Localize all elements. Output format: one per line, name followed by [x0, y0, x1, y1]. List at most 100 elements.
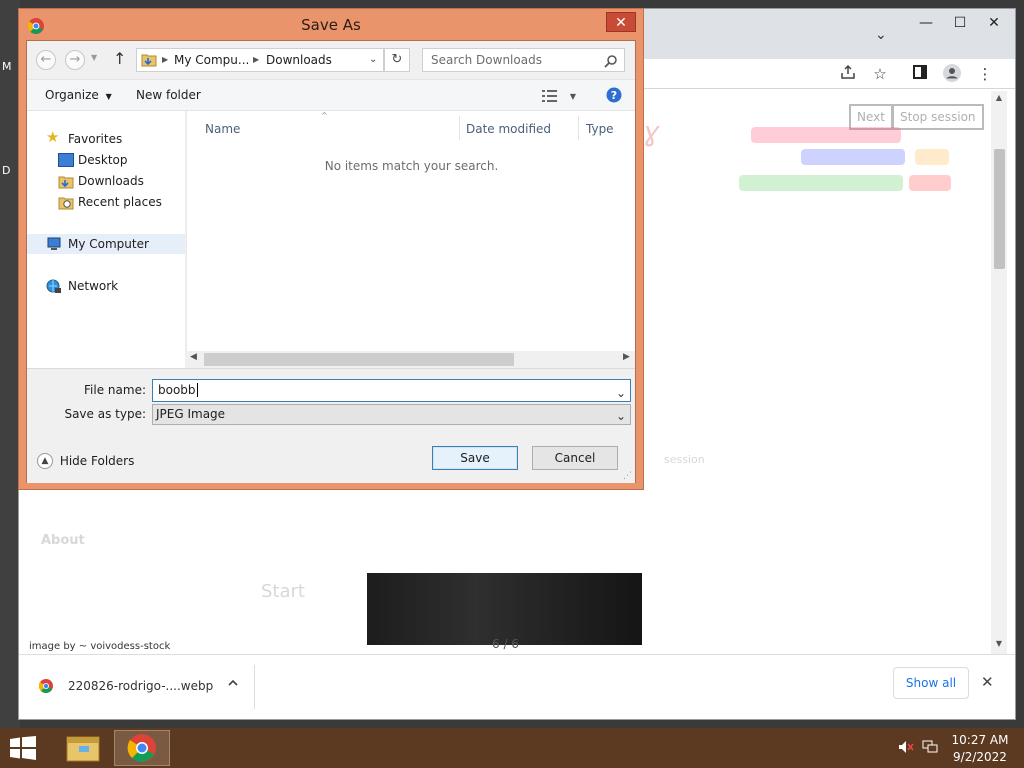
clock-time[interactable]: 10:27 AM [950, 733, 1010, 747]
column-divider [578, 116, 579, 140]
bookmark-star-icon[interactable]: ☆ [869, 64, 891, 84]
faint-heading: About [41, 533, 85, 548]
nav-my-computer[interactable]: My Computer [27, 234, 185, 254]
cancel-button[interactable]: Cancel [532, 446, 618, 470]
more-menu-icon[interactable]: ⋮ [974, 64, 996, 84]
breadcrumb-downloads[interactable]: Downloads [266, 49, 332, 71]
dialog-close-button[interactable]: ✕ [606, 12, 636, 32]
blurred-tag [751, 127, 901, 143]
hide-folders-toggle[interactable]: ▲ Hide Folders [37, 453, 134, 469]
chrome-file-icon [38, 679, 53, 696]
save-as-type-value: JPEG Image [156, 407, 226, 421]
breadcrumb-separator-icon: ▶ [253, 55, 260, 64]
file-name-label: File name: [84, 383, 146, 397]
chevron-up-icon[interactable] [227, 677, 239, 692]
stop-session-button[interactable]: Stop session [892, 104, 984, 130]
column-header-type[interactable]: Type [586, 116, 636, 142]
tab-search-icon[interactable]: ⌄ [875, 27, 887, 43]
hide-folders-label: Hide Folders [59, 453, 135, 468]
nav-desktop-label: Desktop [78, 153, 128, 167]
nav-desktop[interactable]: Desktop [27, 150, 185, 170]
command-bar: Organize ▼ New folder ▼ ? [27, 79, 635, 111]
file-explorer-taskbar-icon[interactable] [56, 730, 112, 766]
share-icon[interactable] [837, 64, 859, 84]
scroll-left-icon[interactable]: ◀ [190, 352, 197, 362]
back-arrow-icon[interactable]: ← [36, 50, 56, 70]
start-windows-icon[interactable] [10, 736, 36, 763]
address-dropdown-icon[interactable]: ⌄ [369, 49, 377, 71]
download-item[interactable]: 220826-rodrigo-....webp [27, 665, 255, 709]
desktop-icon-label: D [2, 164, 11, 177]
nav-downloads-label: Downloads [78, 174, 144, 188]
nav-favorites[interactable]: ★ Favorites [27, 129, 185, 149]
save-as-type-select[interactable]: JPEG Image ⌄ [152, 404, 631, 425]
nav-network[interactable]: Network [27, 276, 185, 296]
folder-icon [141, 52, 157, 74]
view-options-icon[interactable]: ▼ [542, 80, 576, 110]
page-scroll-thumb[interactable] [994, 149, 1005, 269]
star-icon: ★ [46, 128, 60, 146]
help-icon[interactable]: ? [606, 87, 622, 106]
desktop-icon [58, 153, 74, 167]
chrome-taskbar-icon[interactable] [114, 730, 170, 766]
desktop-icon-label: M [2, 60, 12, 73]
search-icon[interactable] [604, 53, 618, 75]
address-bar[interactable]: ▶ My Compu... ▶ Downloads ⌄ [136, 48, 384, 72]
dialog-body: ← → ▼ ↑ ▶ My Compu... ▶ Downloads ⌄ ↻ Se… [26, 40, 636, 483]
nav-my-computer-label: My Computer [68, 237, 149, 251]
downloads-folder-icon [58, 174, 74, 189]
recent-locations-chevron-icon[interactable]: ▼ [91, 53, 97, 62]
nav-recent-label: Recent places [78, 195, 162, 209]
navigation-row: ← → ▼ ↑ ▶ My Compu... ▶ Downloads ⌄ ↻ Se… [27, 41, 635, 79]
new-folder-button[interactable]: New folder [136, 80, 201, 110]
organize-label: Organize [45, 88, 99, 102]
chevron-down-icon: ▼ [105, 92, 112, 101]
save-type-dropdown-icon[interactable]: ⌄ [616, 407, 626, 426]
organize-menu[interactable]: Organize ▼ [45, 80, 112, 110]
nav-recent-places[interactable]: Recent places [27, 192, 185, 212]
breadcrumb-my-computer[interactable]: My Compu... [174, 49, 249, 71]
file-name-dropdown-icon[interactable]: ⌄ [616, 383, 626, 404]
blurred-tag [909, 175, 951, 191]
blurred-tag [739, 175, 903, 191]
profile-avatar-icon[interactable] [941, 64, 963, 84]
show-all-downloads-button[interactable]: Show all [893, 667, 969, 699]
column-header-date[interactable]: Date modified [466, 116, 578, 142]
download-bar: 220826-rodrigo-....webp Show all ✕ [19, 654, 1015, 719]
close-download-bar-icon[interactable]: ✕ [981, 673, 994, 691]
scroll-down-icon[interactable]: ▼ [991, 639, 1007, 653]
clock-date[interactable]: 9/2/2022 [950, 750, 1010, 764]
save-as-type-label: Save as type: [64, 407, 146, 421]
chevron-up-circle-icon: ▲ [37, 453, 53, 469]
horizontal-scroll-thumb[interactable] [204, 353, 514, 366]
refresh-icon[interactable]: ↻ [384, 48, 410, 72]
blurred-tag [801, 149, 905, 165]
resize-grip-icon[interactable]: ⋰ [623, 471, 632, 481]
view-dropdown-icon: ▼ [569, 92, 576, 101]
faint-text: session [664, 453, 705, 466]
svg-text:?: ? [611, 89, 617, 102]
dialog-title: Save As [301, 16, 361, 34]
nav-downloads[interactable]: Downloads [27, 171, 185, 191]
network-status-icon[interactable] [922, 740, 938, 757]
scroll-right-icon[interactable]: ▶ [623, 352, 630, 362]
search-input[interactable]: Search Downloads [422, 48, 625, 72]
photo-credit: image by ~ voivodess-stock [29, 641, 171, 652]
side-panel-icon[interactable] [909, 64, 931, 84]
search-placeholder: Search Downloads [431, 53, 542, 67]
breadcrumb-separator-icon: ▶ [162, 55, 169, 64]
forward-arrow-icon[interactable]: → [65, 50, 85, 70]
browser-close-button[interactable]: ✕ [971, 9, 1015, 37]
save-button[interactable]: Save [432, 446, 518, 470]
file-list-pane: ^ Name Date modified Type No items match… [186, 111, 635, 368]
column-header-name[interactable]: Name [205, 116, 455, 142]
scroll-up-icon[interactable]: ▲ [991, 93, 1007, 107]
slide-counter: 6 / 6 [492, 637, 519, 651]
navigation-pane: ★ Favorites Desktop Downloads Recent pla… [27, 111, 185, 368]
file-name-input[interactable]: boobb ⌄ [152, 379, 631, 402]
save-as-dialog: Save As ✕ ← → ▼ ↑ ▶ My Compu... ▶ Downlo… [18, 8, 644, 490]
volume-muted-icon[interactable] [898, 740, 914, 757]
taskbar: 10:27 AM 9/2/2022 [0, 728, 1024, 768]
desktop-edge: M D [0, 0, 20, 728]
up-arrow-icon[interactable]: ↑ [113, 49, 126, 68]
